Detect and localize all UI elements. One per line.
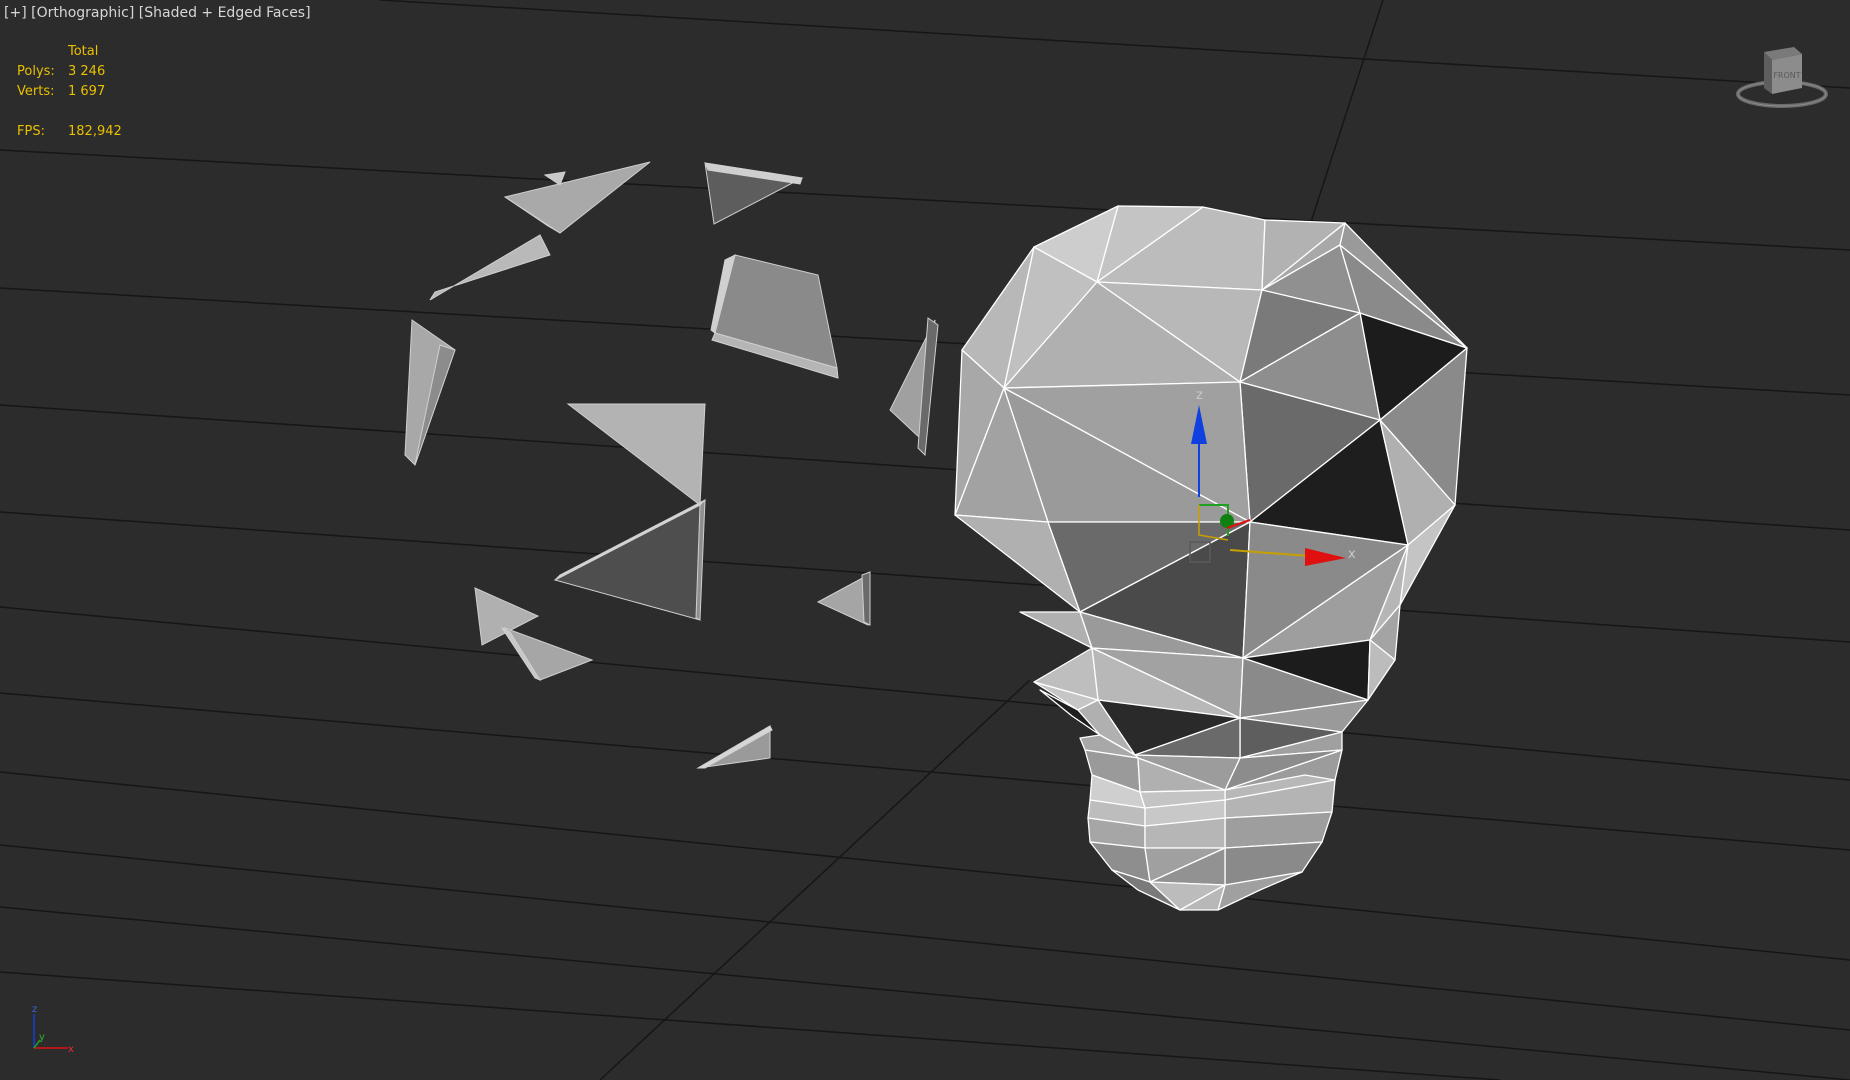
world-axis-tripod-icon: z y x: [32, 1004, 74, 1055]
viewport[interactable]: z x [+] [Orthographic] [Shaded + Edged F…: [0, 0, 1850, 1080]
stats-polys-value: 3 246: [68, 64, 106, 79]
tripod-z-label: z: [32, 1004, 37, 1015]
stats-fps-label: FPS:: [17, 124, 45, 139]
stats-header: Total: [68, 44, 99, 59]
viewport-view-menu[interactable]: [Orthographic]: [31, 5, 134, 21]
stats-polys-label: Polys:: [17, 64, 55, 79]
stats-verts-value: 1 697: [68, 84, 106, 99]
gizmo-z-label: z: [1196, 388, 1203, 403]
tripod-y-label: y: [39, 1032, 45, 1043]
stats-verts-label: Verts:: [17, 84, 55, 99]
scene-canvas[interactable]: z x: [0, 0, 1850, 1080]
viewcube-icon[interactable]: FRONT: [1734, 44, 1830, 114]
tripod-x-label: x: [68, 1044, 74, 1055]
viewport-label: [+] [Orthographic] [Shaded + Edged Faces…: [4, 5, 311, 21]
viewport-shading-menu[interactable]: [Shaded + Edged Faces]: [139, 5, 311, 21]
shard-fragments[interactable]: [404, 161, 939, 769]
stats-fps-value: 182,942: [68, 124, 122, 139]
gizmo-x-label: x: [1348, 547, 1356, 562]
viewport-menu-plus[interactable]: [+]: [4, 5, 27, 21]
ground-grid: [0, 0, 1850, 1080]
lightbulb-mesh[interactable]: [954, 205, 1468, 911]
viewcube-front-label: FRONT: [1773, 71, 1800, 80]
